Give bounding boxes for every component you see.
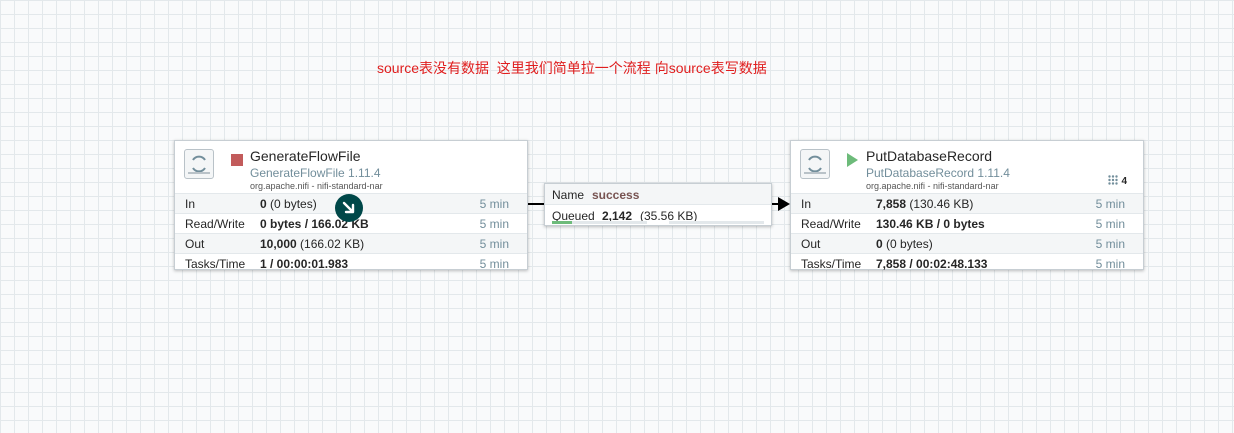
connection-line-left[interactable] bbox=[526, 203, 545, 205]
canvas-annotation: source表没有数据 这里我们简单拉一个流程 向source表写数据 bbox=[377, 60, 767, 76]
stat-time: 5 min bbox=[1095, 237, 1125, 251]
arrow-down-right-icon bbox=[342, 201, 355, 214]
stat-value: 10,000 (166.02 KB) bbox=[260, 237, 364, 251]
connection-name: success bbox=[592, 188, 640, 202]
stat-count: 7,858 bbox=[876, 197, 907, 211]
connection-name-row: Name success bbox=[545, 184, 771, 205]
processor-icon bbox=[184, 149, 214, 179]
processor-header: PutDatabaseRecord PutDatabaseRecord 1.11… bbox=[791, 141, 1143, 193]
threads-icon bbox=[1108, 175, 1119, 185]
stat-label: Out bbox=[801, 237, 821, 251]
connection-label[interactable]: Name success Queued 2,142 (35.56 KB) bbox=[544, 183, 772, 226]
stat-label: Tasks/Time bbox=[801, 257, 862, 271]
stat-value: 7,858 (130.46 KB) bbox=[876, 197, 973, 211]
connection-arrow-icon bbox=[778, 197, 790, 211]
stat-row-out: Out 10,000 (166.02 KB) 5 min bbox=[175, 233, 527, 253]
stat-row-in: In 7,858 (130.46 KB) 5 min bbox=[791, 193, 1143, 213]
stat-tasks-value: 7,858 / 00:02:48.133 bbox=[876, 257, 988, 271]
stopped-state-icon bbox=[231, 154, 243, 166]
active-threads-badge: 4 bbox=[1108, 175, 1127, 187]
stat-time: 5 min bbox=[479, 217, 509, 231]
stat-row-out: Out 0 (0 bytes) 5 min bbox=[791, 233, 1143, 253]
active-threads-count: 4 bbox=[1121, 176, 1127, 187]
stat-label: Read/Write bbox=[801, 217, 861, 231]
connection-drag-handle[interactable] bbox=[335, 194, 363, 222]
stat-label: In bbox=[801, 197, 812, 211]
stat-time: 5 min bbox=[479, 237, 509, 251]
stat-value: 7,858 / 00:02:48.133 bbox=[876, 257, 987, 271]
stat-label: Tasks/Time bbox=[185, 257, 246, 271]
stat-row-tasks: Tasks/Time 7,858 / 00:02:48.133 5 min bbox=[791, 253, 1143, 273]
stat-row-tasks: Tasks/Time 1 / 00:00:01.983 5 min bbox=[175, 253, 527, 273]
running-state-icon bbox=[847, 153, 858, 167]
processor-type: PutDatabaseRecord 1.11.4 bbox=[866, 166, 1010, 180]
stat-value: 130.46 KB / 0 bytes bbox=[876, 217, 985, 231]
stat-time: 5 min bbox=[479, 197, 509, 211]
processor-bundle: org.apache.nifi - nifi-standard-nar bbox=[866, 181, 999, 191]
stat-label: In bbox=[185, 197, 196, 211]
stat-count: 0 bbox=[876, 237, 883, 251]
stat-count: 10,000 bbox=[260, 237, 297, 251]
processor-putdatabaserecord[interactable]: PutDatabaseRecord PutDatabaseRecord 1.11… bbox=[790, 140, 1144, 273]
stat-value: 0 (0 bytes) bbox=[260, 197, 317, 211]
processor-icon bbox=[800, 149, 830, 179]
stat-label: Out bbox=[185, 237, 205, 251]
stat-count: 0 bbox=[260, 197, 267, 211]
stat-time: 5 min bbox=[479, 257, 509, 271]
stat-tasks-value: 1 / 00:00:01.983 bbox=[260, 257, 349, 271]
stat-label: Read/Write bbox=[185, 217, 245, 231]
stat-size: (166.02 KB) bbox=[300, 237, 365, 251]
stat-time: 5 min bbox=[1095, 257, 1125, 271]
stat-size: (130.46 KB) bbox=[909, 197, 974, 211]
stat-size: (0 bytes) bbox=[886, 237, 933, 251]
stat-time: 5 min bbox=[1095, 217, 1125, 231]
stat-rw-value: 130.46 KB / 0 bytes bbox=[876, 217, 985, 231]
queue-progress-fill bbox=[552, 221, 572, 224]
processor-name: PutDatabaseRecord bbox=[866, 148, 993, 164]
queue-size-bar bbox=[669, 221, 764, 224]
stat-value: 0 (0 bytes) bbox=[876, 237, 933, 251]
processor-name: GenerateFlowFile bbox=[250, 148, 361, 164]
connection-name-label: Name bbox=[552, 188, 585, 202]
stat-time: 5 min bbox=[1095, 197, 1125, 211]
processor-type: GenerateFlowFile 1.11.4 bbox=[250, 166, 381, 180]
queue-progress-bar bbox=[552, 221, 647, 224]
stat-row-read-write: Read/Write 130.46 KB / 0 bytes 5 min bbox=[791, 213, 1143, 233]
processor-header: GenerateFlowFile GenerateFlowFile 1.11.4… bbox=[175, 141, 527, 193]
processor-bundle: org.apache.nifi - nifi-standard-nar bbox=[250, 181, 383, 191]
stat-value: 1 / 00:00:01.983 bbox=[260, 257, 348, 271]
stat-size: (0 bytes) bbox=[270, 197, 317, 211]
